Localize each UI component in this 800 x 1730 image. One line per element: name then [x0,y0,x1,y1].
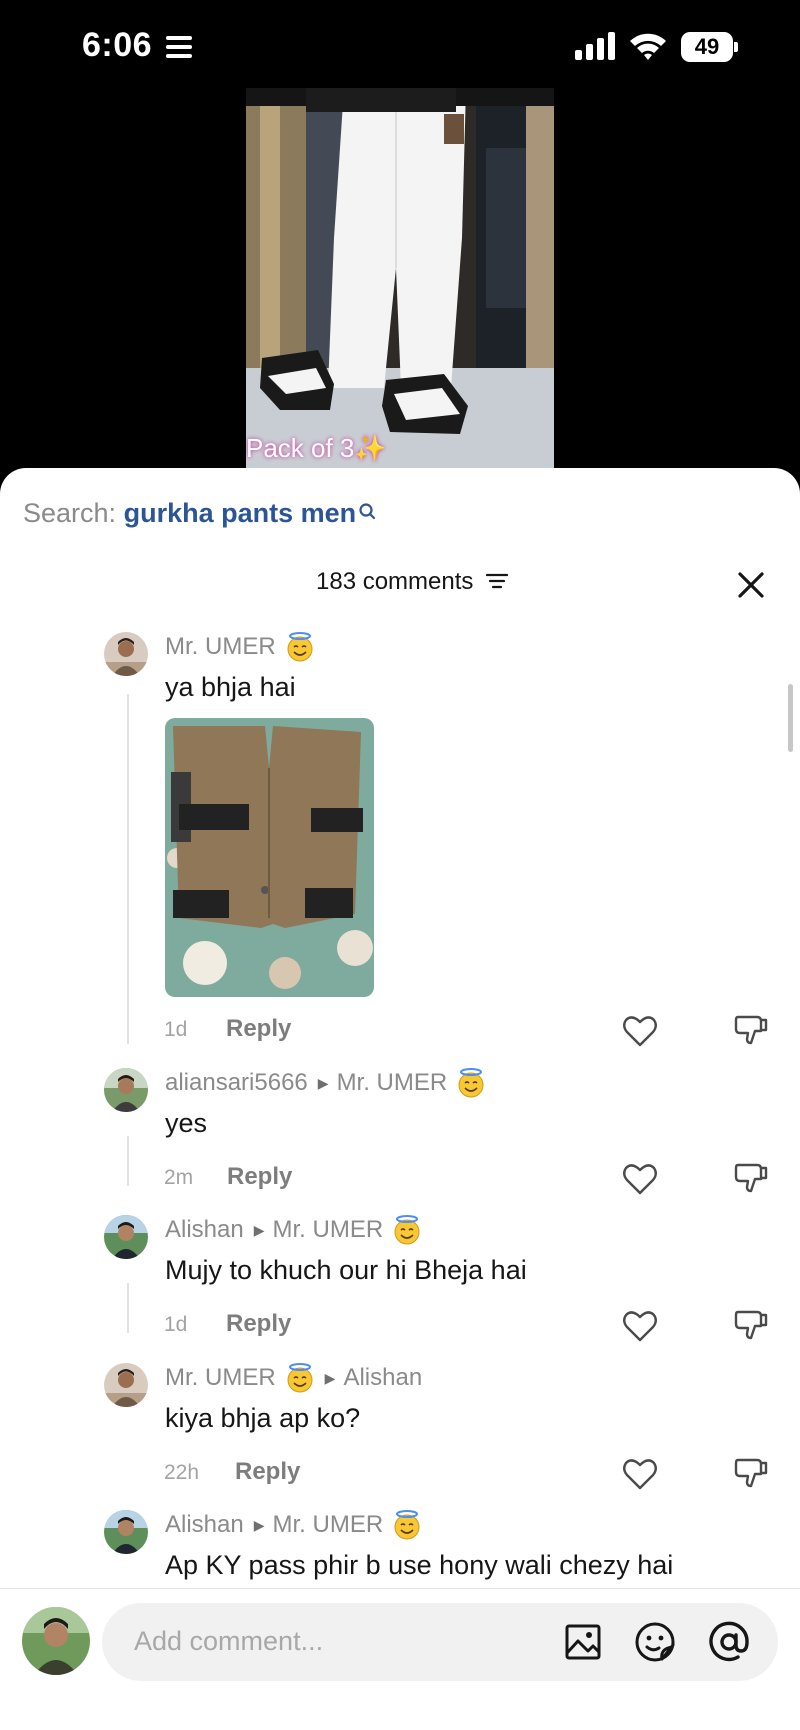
smiling-face-with-halo-emoji [285,632,315,662]
comment-text: kiya bhja ap ko? [165,1403,361,1433]
heart-icon[interactable] [622,1014,658,1048]
thumbs-down-icon[interactable] [733,1160,769,1196]
thread-line [127,694,129,1044]
list-icon [166,36,192,58]
thread-line [127,1136,129,1186]
comment-input-placeholder: Add comment... [134,1626,324,1656]
current-user-avatar[interactable] [22,1607,90,1675]
comment-username[interactable]: Mr. UMER [165,633,276,661]
reply-button[interactable]: Reply [227,1163,292,1191]
thread-line [127,1283,129,1333]
video-thumbnail [246,88,554,468]
search-icon [358,498,376,529]
smiling-face-with-halo-emoji [456,1068,486,1098]
avatar[interactable] [104,1510,148,1554]
cellular-signal-icon [575,32,617,60]
battery-icon: 49 [681,32,739,62]
comment-username[interactable]: Alishan [165,1511,244,1539]
comment-text: ya bhja hai [165,672,296,702]
avatar[interactable] [104,632,148,676]
reply-arrow-icon: ▶ [317,1074,329,1091]
reply-arrow-icon: ▶ [253,1221,265,1238]
comment-image[interactable] [165,718,374,997]
smiling-face-with-halo-emoji [392,1215,422,1245]
reply-button[interactable]: Reply [226,1310,291,1338]
reply-to-username[interactable]: Mr. UMER [273,1511,384,1539]
reply-to-username[interactable]: Alishan [343,1364,422,1392]
avatar[interactable] [104,1215,148,1259]
smiling-face-with-halo-emoji [392,1510,422,1540]
comment-input-bar: Add comment... [0,1588,800,1730]
thumbs-down-icon[interactable] [733,1455,769,1491]
comment-time: 1d [164,1313,188,1336]
avatar[interactable] [104,1068,148,1112]
comment-meta: aliansari5666 ▶ Mr. UMER [165,1068,486,1098]
comment-input[interactable]: Add comment... [102,1603,778,1681]
scrollbar[interactable] [788,684,793,752]
comment-username[interactable]: Mr. UMER [165,1364,276,1392]
comment-text: Ap KY pass phir b use hony wali chezy ha… [165,1550,674,1580]
comments-header[interactable]: 183 comments [316,568,509,597]
video-preview[interactable]: Pack of 3✨ [246,88,554,468]
smiling-face-with-halo-emoji [285,1363,315,1393]
comment-meta: Mr. UMER [165,632,315,662]
sort-icon[interactable] [485,569,509,597]
status-bar: 6:06 49 [0,0,800,90]
comment-text: Mujy to khuch our hi Bheja hai [165,1255,527,1285]
thumbs-down-icon[interactable] [733,1307,769,1343]
reply-arrow-icon: ▶ [324,1369,336,1386]
emoji-icon[interactable] [634,1621,676,1663]
comment-meta: Mr. UMER ▶ Alishan [165,1363,422,1393]
comments-count: 183 comments [316,568,474,595]
comment-meta: Alishan ▶ Mr. UMER [165,1215,422,1245]
thumbs-down-icon[interactable] [733,1012,769,1048]
search-prefix: Search: [23,498,117,528]
close-icon[interactable] [734,568,768,602]
search-query-link[interactable]: gurkha pants men [124,498,357,528]
comment-time: 22h [164,1461,200,1484]
heart-icon[interactable] [622,1457,658,1491]
reply-button[interactable]: Reply [226,1015,291,1043]
heart-icon[interactable] [622,1162,658,1196]
heart-icon[interactable] [622,1309,658,1343]
comment-username[interactable]: Alishan [165,1216,244,1244]
avatar[interactable] [104,1363,148,1407]
status-time: 6:06 [82,26,153,64]
comment-text: yes [165,1108,208,1138]
search-suggestion[interactable]: Search: gurkha pants men [23,498,376,529]
comment-time: 2m [164,1166,194,1189]
reply-button[interactable]: Reply [235,1458,300,1486]
at-icon[interactable] [708,1621,750,1663]
reply-to-username[interactable]: Mr. UMER [337,1069,448,1097]
video-caption: Pack of 3✨ [246,433,387,463]
image-icon[interactable] [564,1623,602,1661]
comment-meta: Alishan ▶ Mr. UMER [165,1510,422,1540]
comment-username[interactable]: aliansari5666 [165,1069,308,1097]
wifi-icon [628,30,668,62]
comment-time: 1d [164,1018,188,1041]
reply-arrow-icon: ▶ [253,1516,265,1533]
reply-to-username[interactable]: Mr. UMER [273,1216,384,1244]
battery-level: 49 [681,32,733,62]
